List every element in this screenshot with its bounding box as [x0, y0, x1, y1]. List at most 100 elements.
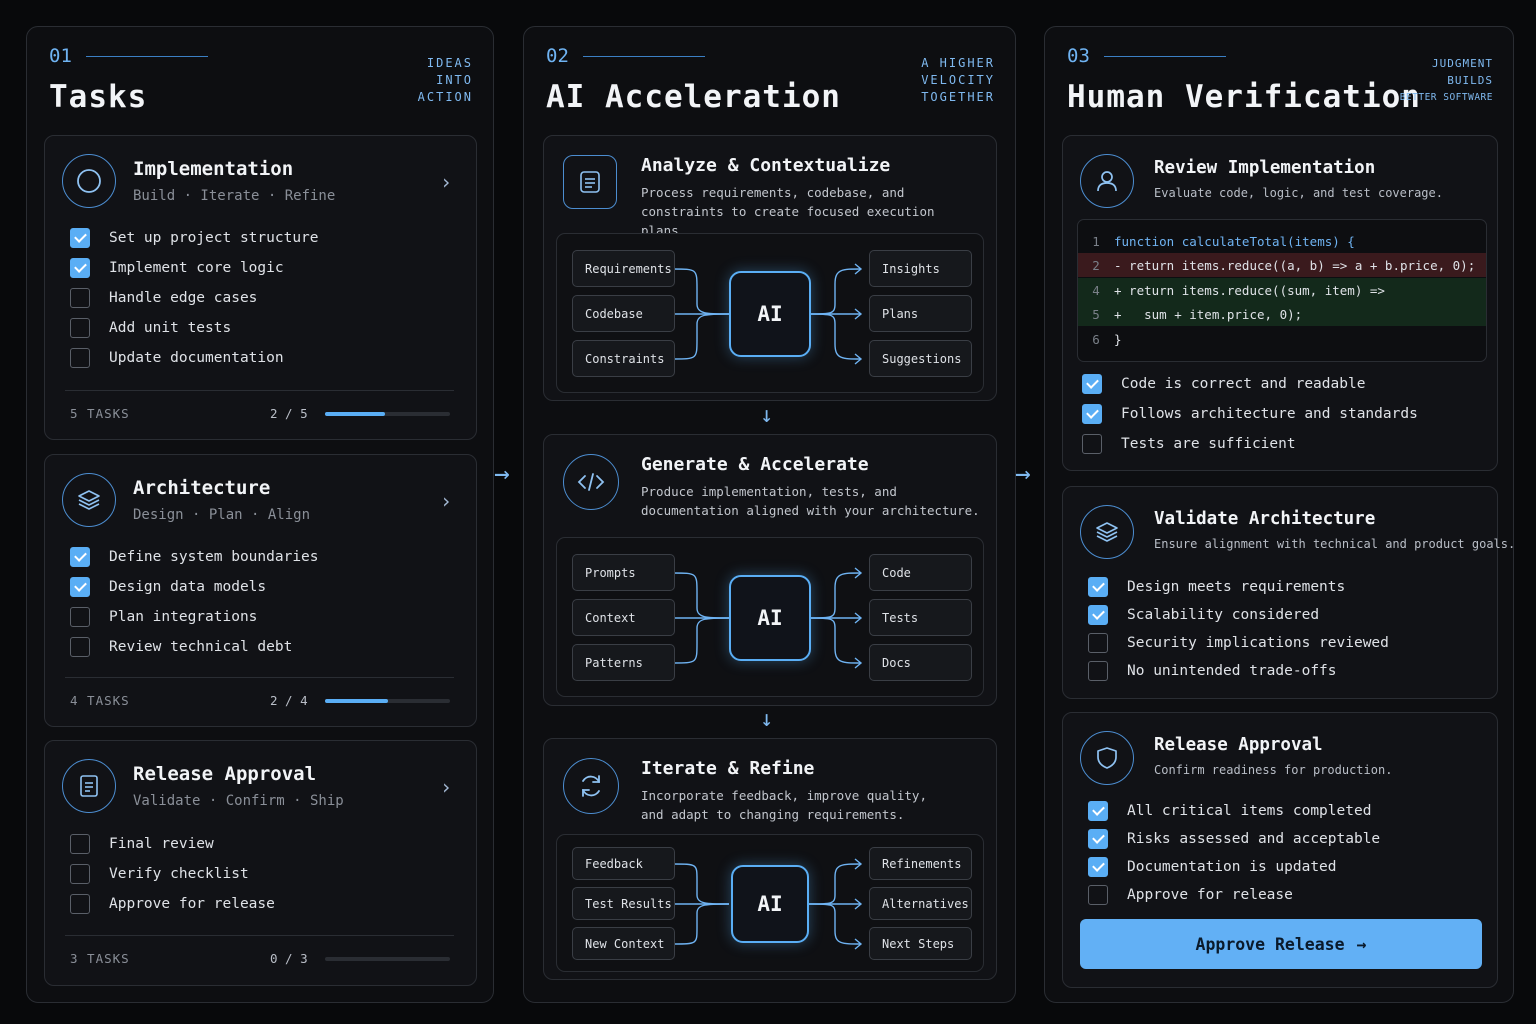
checklist-item[interactable]: Follows architecture and standards — [1082, 399, 1418, 429]
task-card-subtitle: Design · Plan · Align — [133, 507, 311, 523]
header-rule — [582, 55, 705, 57]
checkbox[interactable] — [70, 894, 90, 914]
flow-output: Docs — [869, 644, 972, 681]
column-tagline: IDEAS INTO ACTION — [417, 56, 473, 104]
user-icon — [1080, 154, 1134, 208]
flow-input: Context — [572, 599, 675, 636]
checkbox-checked[interactable] — [1088, 857, 1108, 877]
task-card-implementation[interactable]: Implementation Build · Iterate · Refine … — [44, 135, 477, 440]
checkbox[interactable] — [70, 607, 90, 627]
arrow-down-icon: ↓ — [760, 403, 774, 428]
human-header: 03 Human Verification JUDGMENT BUILDS BE… — [1067, 45, 1493, 125]
checkbox-checked[interactable] — [1088, 801, 1108, 821]
checklist-item[interactable]: Define system boundaries — [70, 542, 319, 572]
flow-output: Code — [869, 554, 972, 591]
ai-flow-diagram: Prompts Context Patterns AI Code Tests D… — [556, 537, 984, 697]
checklist-item[interactable]: No unintended trade-offs — [1088, 657, 1389, 685]
checklist-item[interactable]: Handle edge cases — [70, 283, 319, 313]
validate-checklist: Design meets requirements Scalability co… — [1088, 573, 1389, 685]
checkbox-checked[interactable] — [1088, 577, 1108, 597]
card-title: Validate Architecture — [1154, 509, 1376, 529]
task-card-subtitle: Build · Iterate · Refine — [133, 188, 336, 204]
stage-description: Incorporate feedback, improve quality, a… — [641, 788, 927, 822]
checklist-item[interactable]: Risks assessed and acceptable — [1088, 825, 1380, 853]
checkbox[interactable] — [70, 864, 90, 884]
checklist-item[interactable]: Plan integrations — [70, 602, 319, 632]
ai-core-node: AI — [731, 865, 809, 943]
checkbox[interactable] — [1088, 633, 1108, 653]
checkbox[interactable] — [70, 637, 90, 657]
checklist-item[interactable]: Tests are sufficient — [1082, 429, 1418, 459]
checklist-item[interactable]: Design data models — [70, 572, 319, 602]
checkbox[interactable] — [1088, 885, 1108, 905]
checklist-item[interactable]: Design meets requirements — [1088, 573, 1389, 601]
checkbox-checked[interactable] — [1082, 404, 1102, 424]
progress-bar — [325, 412, 450, 416]
checkbox-checked[interactable] — [70, 228, 90, 248]
code-line-added: 4 + return items.reduce((sum, item) => — [1078, 278, 1486, 302]
column-number: 02 — [546, 45, 569, 67]
progress-bar — [325, 699, 450, 703]
checklist-item[interactable]: Set up project structure — [70, 223, 319, 253]
checklist-item[interactable]: Approve for release — [1088, 881, 1380, 909]
checklist-item[interactable]: Review technical debt — [70, 632, 319, 662]
tasks-column: 01 Tasks IDEAS INTO ACTION Implementatio… — [26, 26, 494, 1003]
chevron-right-icon[interactable]: › — [440, 775, 452, 799]
shield-icon — [1080, 731, 1134, 785]
checkbox[interactable] — [70, 288, 90, 308]
checklist-item[interactable]: Verify checklist — [70, 859, 275, 889]
divider — [65, 390, 454, 391]
flow-output: Next Steps — [869, 927, 972, 960]
task-card-architecture[interactable]: Architecture Design · Plan · Align › Def… — [44, 454, 477, 727]
stage-title: Analyze & Contextualize — [641, 155, 891, 176]
checklist-item[interactable]: Update documentation — [70, 343, 319, 373]
checkbox-checked[interactable] — [70, 547, 90, 567]
column-tagline: A HIGHER VELOCITY TOGETHER — [921, 56, 995, 104]
ai-header: 02 AI Acceleration A HIGHER VELOCITY TOG… — [546, 45, 995, 125]
flow-output: Insights — [869, 250, 972, 287]
code-diff-viewer[interactable]: 1 function calculateTotal(items) { 2- ret… — [1077, 219, 1487, 362]
column-number: 01 — [49, 45, 72, 67]
code-line: 1 function calculateTotal(items) { — [1092, 233, 1355, 249]
checklist-item[interactable]: Security implications reviewed — [1088, 629, 1389, 657]
checkbox-checked[interactable] — [1088, 605, 1108, 625]
approve-release-button[interactable]: Approve Release → — [1080, 919, 1482, 969]
header-rule — [85, 55, 208, 57]
card-description: Ensure alignment with technical and prod… — [1154, 537, 1516, 551]
task-count: 4 TASKS — [70, 693, 130, 708]
chevron-right-icon[interactable]: › — [440, 170, 452, 194]
checkbox[interactable] — [70, 834, 90, 854]
checkbox[interactable] — [1082, 434, 1102, 454]
checkbox-checked[interactable] — [70, 577, 90, 597]
ai-core-node: AI — [729, 575, 811, 661]
checklist-item[interactable]: Add unit tests — [70, 313, 319, 343]
task-card-subtitle: Validate · Confirm · Ship — [133, 793, 344, 809]
checkbox[interactable] — [1088, 661, 1108, 681]
checklist-item[interactable]: All critical items completed — [1088, 797, 1380, 825]
human-column: 03 Human Verification JUDGMENT BUILDS BE… — [1044, 26, 1516, 1003]
checklist-item[interactable]: Implement core logic — [70, 253, 319, 283]
checkbox-checked[interactable] — [1088, 829, 1108, 849]
checkbox-checked[interactable] — [70, 258, 90, 278]
checklist-item[interactable]: Scalability considered — [1088, 601, 1389, 629]
code-line-removed: 2- return items.reduce((a, b) => a + b.p… — [1078, 253, 1486, 277]
checklist-item[interactable]: Approve for release — [70, 889, 275, 919]
card-description: Confirm readiness for production. — [1154, 763, 1393, 777]
checklist-item[interactable]: Code is correct and readable — [1082, 369, 1418, 399]
arrow-right-icon: → — [494, 459, 510, 489]
flow-input: New Context — [572, 927, 675, 960]
checkbox[interactable] — [70, 318, 90, 338]
task-card-release-approval[interactable]: Release Approval Validate · Confirm · Sh… — [44, 740, 477, 986]
checklist-item[interactable]: Documentation is updated — [1088, 853, 1380, 881]
tasks-header: 01 Tasks IDEAS INTO ACTION — [49, 45, 473, 125]
chevron-right-icon[interactable]: › — [440, 489, 452, 513]
checkbox-checked[interactable] — [1082, 374, 1102, 394]
code-icon — [563, 454, 619, 510]
checklist-item[interactable]: Final review — [70, 829, 275, 859]
task-ratio: 2 / 4 — [270, 693, 308, 708]
progress-fill — [325, 699, 388, 703]
card-title: Release Approval — [1154, 735, 1323, 755]
checkbox[interactable] — [70, 348, 90, 368]
ai-column: 02 AI Acceleration A HIGHER VELOCITY TOG… — [523, 26, 1016, 1003]
arrow-down-icon: ↓ — [760, 707, 774, 732]
